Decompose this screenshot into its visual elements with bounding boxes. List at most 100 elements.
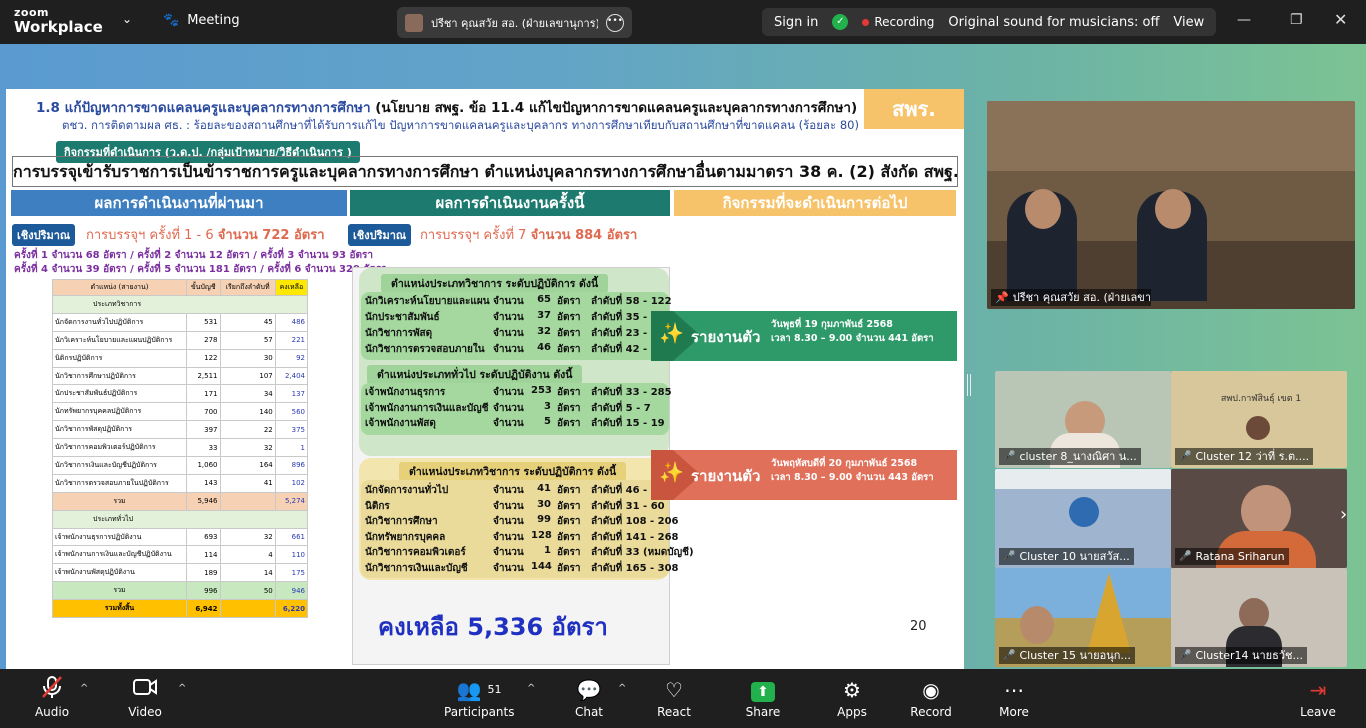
participant-tile-4[interactable]: 🎤 Ratana Sriharun bbox=[1171, 469, 1347, 568]
chat-label: Chat bbox=[574, 705, 604, 719]
table-cell: 122 bbox=[186, 348, 221, 368]
report1-date: วันพุธที่ 19 กุมภาพันธ์ 2568 เวลา 8.30 – … bbox=[771, 318, 934, 346]
restore-icon[interactable]: ❐ bbox=[1290, 12, 1303, 28]
position-cell: จำนวน bbox=[493, 312, 524, 323]
paw-icon: 🐾 bbox=[163, 13, 180, 28]
participant-tile-5[interactable]: 🎤 Cluster 15 นายอนุก... bbox=[995, 568, 1171, 667]
position-cell: จำนวน bbox=[493, 485, 524, 496]
position-cell: จำนวน bbox=[493, 562, 524, 574]
audio-options-chevron-icon[interactable]: ^ bbox=[80, 683, 88, 694]
audio-button[interactable]: Audio bbox=[28, 669, 76, 728]
participants-options-chevron-icon[interactable]: ^ bbox=[527, 683, 535, 694]
pagoda-shape bbox=[1087, 573, 1131, 653]
react-button[interactable]: ♡ React bbox=[652, 669, 696, 728]
table-cell: 700 bbox=[186, 402, 221, 422]
table-cell: 41 bbox=[219, 473, 276, 493]
mic-muted-icon bbox=[28, 675, 76, 705]
position-cell: นักวิชาการเงินและบัญชี bbox=[365, 562, 468, 574]
sign-in-button[interactable]: Sign in bbox=[774, 15, 818, 30]
chat-button[interactable]: 💬 Chat bbox=[570, 669, 608, 728]
table-section: ประเภทวิชาการ bbox=[52, 295, 308, 314]
position-cell: จำนวน bbox=[493, 328, 524, 339]
table-cell: 896 bbox=[274, 456, 309, 475]
table-cell: รวมทั้งสิ้น bbox=[52, 599, 187, 619]
audio-label: Audio bbox=[34, 705, 70, 719]
position-cell: ลำดับที่ 33 (หมดบัญชี) bbox=[591, 547, 694, 558]
table-row: เจ้าพนักงานธุรการปฏิบัติงาน 693 32 661 bbox=[52, 527, 309, 547]
participant-name-tag: 🎤 Cluster14 นายธวัช... bbox=[1175, 647, 1307, 664]
next-page-chevron-icon[interactable]: › bbox=[1340, 504, 1347, 525]
position-cell: 253 bbox=[531, 385, 552, 396]
table-cell: 5,946 bbox=[186, 491, 221, 511]
apps-button[interactable]: ⚙ Apps bbox=[832, 669, 872, 728]
report1-line2: เวลา 8.30 – 9.00 จำนวน 441 อัตรา bbox=[771, 333, 934, 344]
original-sound-status[interactable]: Original sound for musicians: off bbox=[948, 15, 1159, 30]
table-section: ประเภททั่วไป bbox=[52, 509, 308, 529]
more-options-icon[interactable]: ••• bbox=[606, 13, 624, 32]
participant-name: Cluster 12 ว่าที่ ร.ต.... bbox=[1195, 450, 1310, 463]
table-cell: นักวิชาการศึกษาปฏิบัติการ bbox=[52, 366, 187, 386]
table-cell: นักวิชาการเงินและบัญชีปฏิบัติการ bbox=[52, 456, 187, 475]
shield-check-icon[interactable]: ✓ bbox=[832, 14, 849, 30]
group-box-yellow: ตำแหน่งประเภทวิชาการ ระดับปฏิบัติการ ดัง… bbox=[359, 458, 694, 580]
table-cell: 6,942 bbox=[186, 599, 221, 619]
past-summary-b: จำนวน 722 อัตรา bbox=[217, 228, 325, 243]
panel-resize-handle[interactable] bbox=[967, 374, 971, 396]
video-button[interactable]: Video bbox=[122, 669, 168, 728]
share-button[interactable]: ⬆ Share bbox=[742, 669, 784, 728]
section-label: ประเภททั่วไป bbox=[52, 509, 308, 529]
more-icon: ⋯ bbox=[1004, 678, 1024, 702]
close-icon[interactable]: ✕ bbox=[1334, 10, 1347, 29]
mic-muted-icon: 🎤 bbox=[1179, 551, 1192, 562]
table-cell: 2,511 bbox=[186, 366, 221, 386]
table-header: ตำแหน่ง (สายงาน) ขั้นบัญชี เรียกถึงลำดับที… bbox=[52, 279, 309, 296]
column-header: ขั้นบัญชี bbox=[186, 279, 221, 296]
table-cell: 114 bbox=[186, 545, 221, 565]
past-summary: การบรรจุฯ ครั้งที่ 1 - 6 จำนวน 722 อัตรา bbox=[86, 224, 325, 245]
table-row: นักวิชาการเงินและบัญชีปฏิบัติการ 1,060 164… bbox=[52, 456, 309, 475]
position-row: นักวิชาการศึกษา จำนวน 99 อัตรา ลำดับที่ 108 … bbox=[365, 514, 711, 529]
video-options-chevron-icon[interactable]: ^ bbox=[178, 683, 186, 694]
record-button[interactable]: ◉ Record bbox=[908, 669, 954, 728]
group1-heading: ตำแหน่งประเภทวิชาการ ระดับปฏิบัติการ ดัง… bbox=[381, 274, 609, 293]
participant-tile-2[interactable]: สพป.กาฬสินธุ์ เขต 1 🎤 Cluster 12 ว่าที่ ร… bbox=[1171, 371, 1347, 468]
table-cell: 143 bbox=[186, 473, 221, 493]
table-cell: 1 bbox=[274, 438, 309, 458]
speaker-name-tag: 📌ปรีชา คุณสวัย สอ. (ฝ่ายเลขานุการ) bbox=[991, 289, 1151, 306]
chat-options-chevron-icon[interactable]: ^ bbox=[618, 683, 626, 694]
chevron-down-icon[interactable]: ⌄ bbox=[122, 12, 132, 26]
bottom-toolbar: Audio ^ Video ^ 👥 51 Participants ^ 💬 Chat … bbox=[0, 669, 1366, 728]
logo-line2: Workplace bbox=[14, 18, 103, 36]
table-row: นิติกรปฏิบัติการ 122 30 92 bbox=[52, 348, 309, 368]
position-cell: 3 bbox=[544, 400, 551, 412]
participant-name: Cluster 15 นายอนุก... bbox=[1019, 649, 1131, 662]
more-button[interactable]: ⋯ More bbox=[994, 669, 1034, 728]
speaker-video[interactable]: 📌ปรีชา คุณสวัย สอ. (ฝ่ายเลขานุการ) bbox=[987, 101, 1355, 309]
table-cell: 175 bbox=[274, 563, 309, 583]
participant-tile-6[interactable]: 🎤 Cluster14 นายธวัช... bbox=[1171, 568, 1347, 667]
table-cell: นักวิเคราะห์นโยบายและแผนปฏิบัติการ bbox=[52, 330, 187, 350]
now-summary-b: จำนวน 884 อัตรา bbox=[530, 228, 638, 243]
participant-tile-3[interactable]: 🎤 Cluster 10 นายสวัส... bbox=[995, 469, 1171, 568]
participant-tile-1[interactable]: 🎤 cluster 8_นางณิศา น... bbox=[995, 371, 1171, 468]
meeting-info-button[interactable]: 🐾 Meeting bbox=[163, 13, 240, 28]
share-owner-name: ปรีชา คุณสวัย สอ. (ฝ่ายเลขานุการ)'s s bbox=[431, 16, 598, 30]
table-cell: 164 bbox=[219, 456, 276, 475]
leave-button[interactable]: ⇥ Leave bbox=[1298, 669, 1338, 728]
minimize-icon[interactable]: — bbox=[1237, 12, 1251, 28]
video-label: Video bbox=[128, 705, 162, 719]
top-bar: zoom Workplace ⌄ 🐾 Meeting ปรีชา คุณสวัย… bbox=[0, 0, 1366, 44]
positions-table: ตำแหน่ง (สายงาน) ขั้นบัญชี เรียกถึงลำดับที… bbox=[52, 279, 309, 619]
view-button[interactable]: View bbox=[1173, 15, 1204, 30]
mic-muted-icon: 🎤 bbox=[1003, 650, 1016, 661]
report-arrow-2: ✨ รายงานตัว วันพฤหัสบดีที่ 20 กุมภาพันธ์… bbox=[651, 450, 957, 500]
participant-name-tag: 🎤 cluster 8_นางณิศา น... bbox=[999, 448, 1141, 465]
recording-indicator[interactable]: Recording bbox=[862, 15, 934, 29]
participants-button[interactable]: 👥 51 Participants bbox=[444, 669, 515, 728]
table-cell: 107 bbox=[219, 366, 276, 386]
table-cell: 4 bbox=[219, 545, 276, 565]
rounds-breakdown: ครั้งที่ 1 จำนวน 68 อัตรา / ครั้งที่ 2 จ… bbox=[14, 249, 387, 277]
position-cell: ลำดับที่ 5 - 7 bbox=[591, 402, 651, 414]
section-label: ประเภทวิชาการ bbox=[52, 295, 308, 314]
screen-share-banner[interactable]: ปรีชา คุณสวัย สอ. (ฝ่ายเลขานุการ)'s s ••… bbox=[397, 7, 632, 38]
